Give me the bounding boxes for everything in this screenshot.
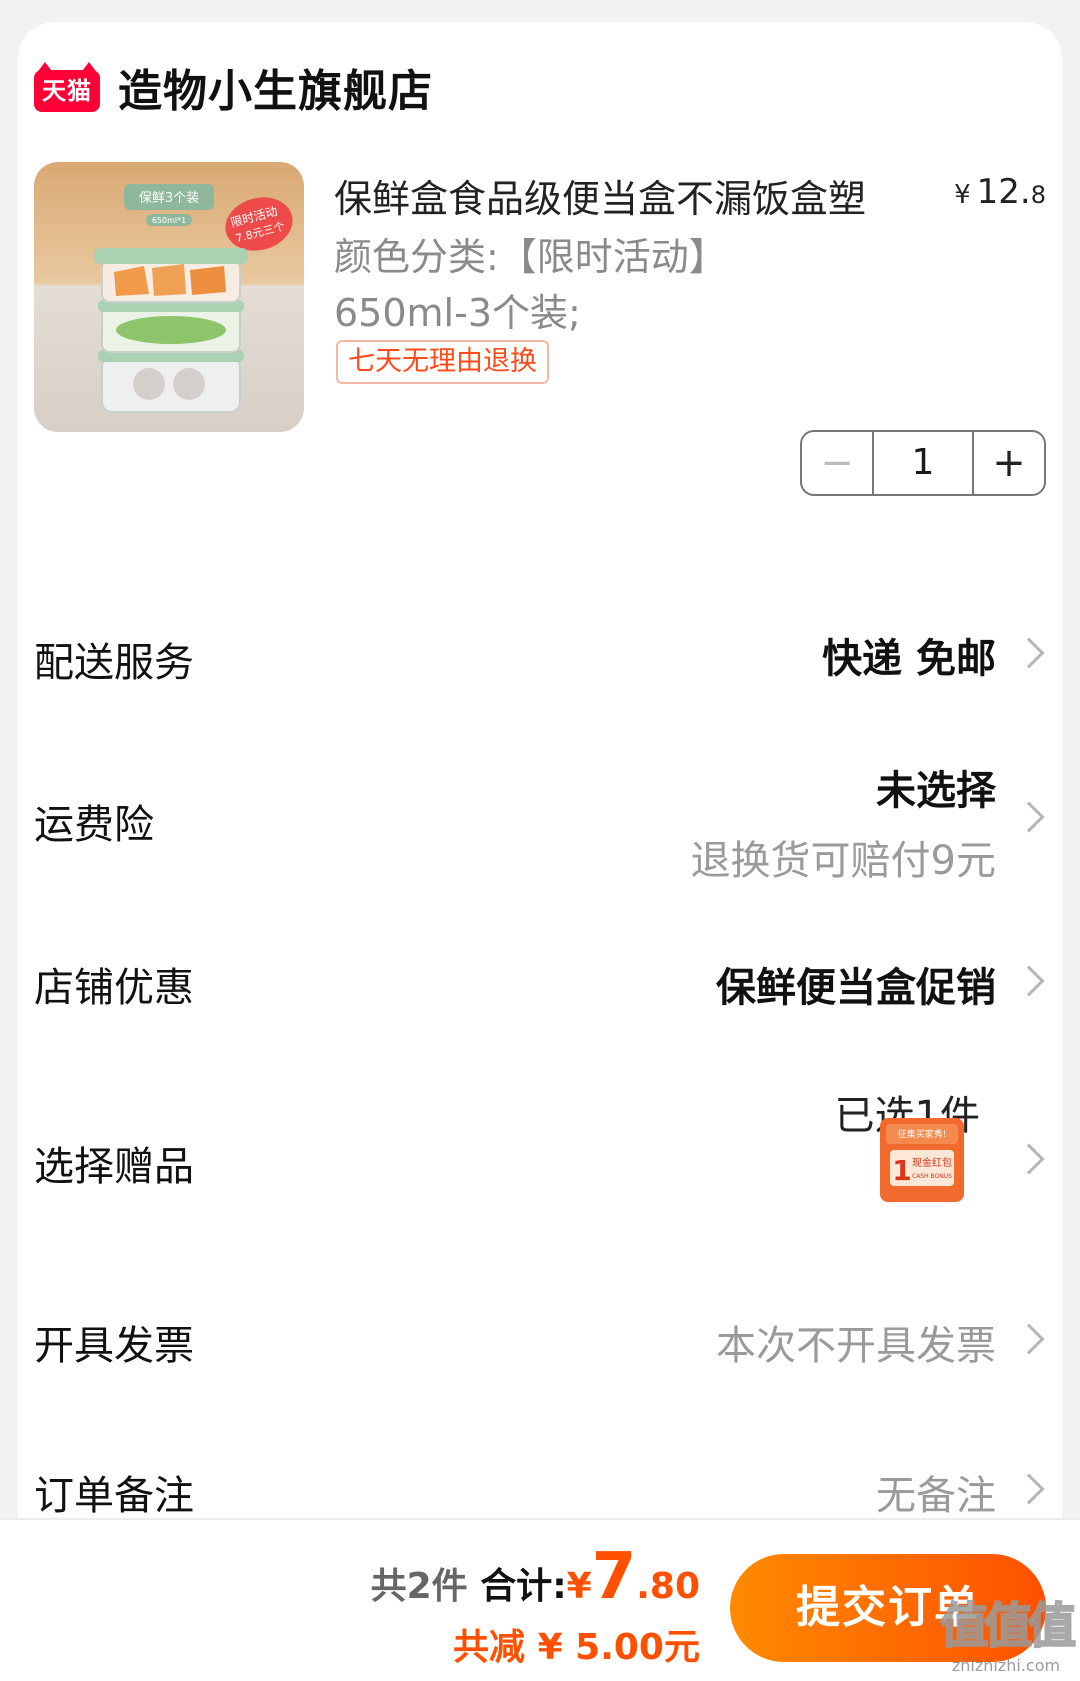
sku-spec[interactable]: 650ml-3个装; bbox=[334, 282, 581, 337]
image-badge-text: 保鲜3个装 bbox=[139, 191, 199, 206]
decrease-button[interactable]: − bbox=[802, 432, 874, 494]
total-line: 共2件 合计:¥7.80 bbox=[371, 1540, 700, 1614]
shipping-insurance-label: 运费险 bbox=[34, 802, 154, 848]
delivery-value[interactable]: 快递 免邮 bbox=[822, 626, 996, 684]
sku-color[interactable]: 颜色分类:【限时活动】 bbox=[334, 226, 727, 281]
price-dec: 8 bbox=[1030, 181, 1046, 209]
gift-sub-text: CASH BONUS bbox=[912, 1173, 952, 1180]
watermark-url: zhizhizhi.com bbox=[951, 1656, 1061, 1675]
item-count: 共2件 bbox=[370, 1566, 468, 1607]
shop-header[interactable]: 天猫 造物小生旗舰店 bbox=[34, 55, 433, 119]
shop-discount-value[interactable]: 保鲜便当盒促销 bbox=[716, 955, 996, 1013]
price-int: 12. bbox=[976, 172, 1031, 212]
invoice-value[interactable]: 本次不开具发票 bbox=[716, 1313, 996, 1371]
checkout-bar: 共2件 合计:¥7.80 共减 ¥ 5.00元 提交订单 值值值 zhizhiz… bbox=[0, 1518, 1080, 1681]
total-int: 7 bbox=[591, 1540, 637, 1614]
image-size-text: 650ml*1 bbox=[152, 216, 186, 225]
product-price: ¥12.8 bbox=[954, 172, 1046, 212]
invoice-label: 开具发票 bbox=[34, 1323, 194, 1369]
note-label: 订单备注 bbox=[34, 1473, 194, 1519]
gift-name-text: 现金红包 bbox=[912, 1156, 952, 1169]
watermark: 值值值 zhizhizhi.com bbox=[939, 1586, 1077, 1675]
shop-discount-label: 店铺优惠 bbox=[34, 965, 194, 1011]
discount-text: 共减 ¥ 5.00元 bbox=[453, 1627, 700, 1668]
delivery-label: 配送服务 bbox=[34, 640, 194, 686]
price-currency: ¥ bbox=[954, 180, 971, 210]
shop-name[interactable]: 造物小生旗舰店 bbox=[118, 55, 433, 119]
tmall-logo-icon: 天猫 bbox=[34, 62, 100, 112]
gift-num-text: 1 bbox=[892, 1154, 911, 1187]
total-dec: .80 bbox=[636, 1566, 700, 1607]
shipping-insurance-sub: 退换货可赔付9元 bbox=[690, 838, 996, 884]
gift-thumbnail[interactable]: 征集买家秀! 1 现金红包 CASH BONUS bbox=[880, 1118, 964, 1202]
gift-title-text: 征集买家秀! bbox=[898, 1128, 947, 1140]
watermark-logo: 值值值 bbox=[939, 1597, 1077, 1655]
product-image[interactable]: 保鲜3个装 650ml*1 限时活动 7.8元三个 bbox=[34, 162, 304, 432]
quantity-stepper[interactable]: − 1 + bbox=[800, 430, 1046, 496]
total-label: 合计: bbox=[480, 1566, 567, 1607]
order-summary: 共2件 合计:¥7.80 共减 ¥ 5.00元 bbox=[371, 1540, 700, 1670]
increase-button[interactable]: + bbox=[972, 432, 1044, 494]
product-title[interactable]: 保鲜盒食品级便当盒不漏饭盒塑 bbox=[334, 168, 914, 223]
tmall-logo-text: 天猫 bbox=[34, 70, 100, 112]
shipping-insurance-value[interactable]: 未选择 bbox=[876, 758, 996, 816]
gift-label: 选择赠品 bbox=[34, 1144, 194, 1190]
quantity-value[interactable]: 1 bbox=[874, 432, 972, 494]
total-currency: ¥ bbox=[566, 1566, 592, 1607]
return-policy-tag: 七天无理由退换 bbox=[336, 340, 549, 384]
note-value[interactable]: 无备注 bbox=[876, 1463, 996, 1521]
